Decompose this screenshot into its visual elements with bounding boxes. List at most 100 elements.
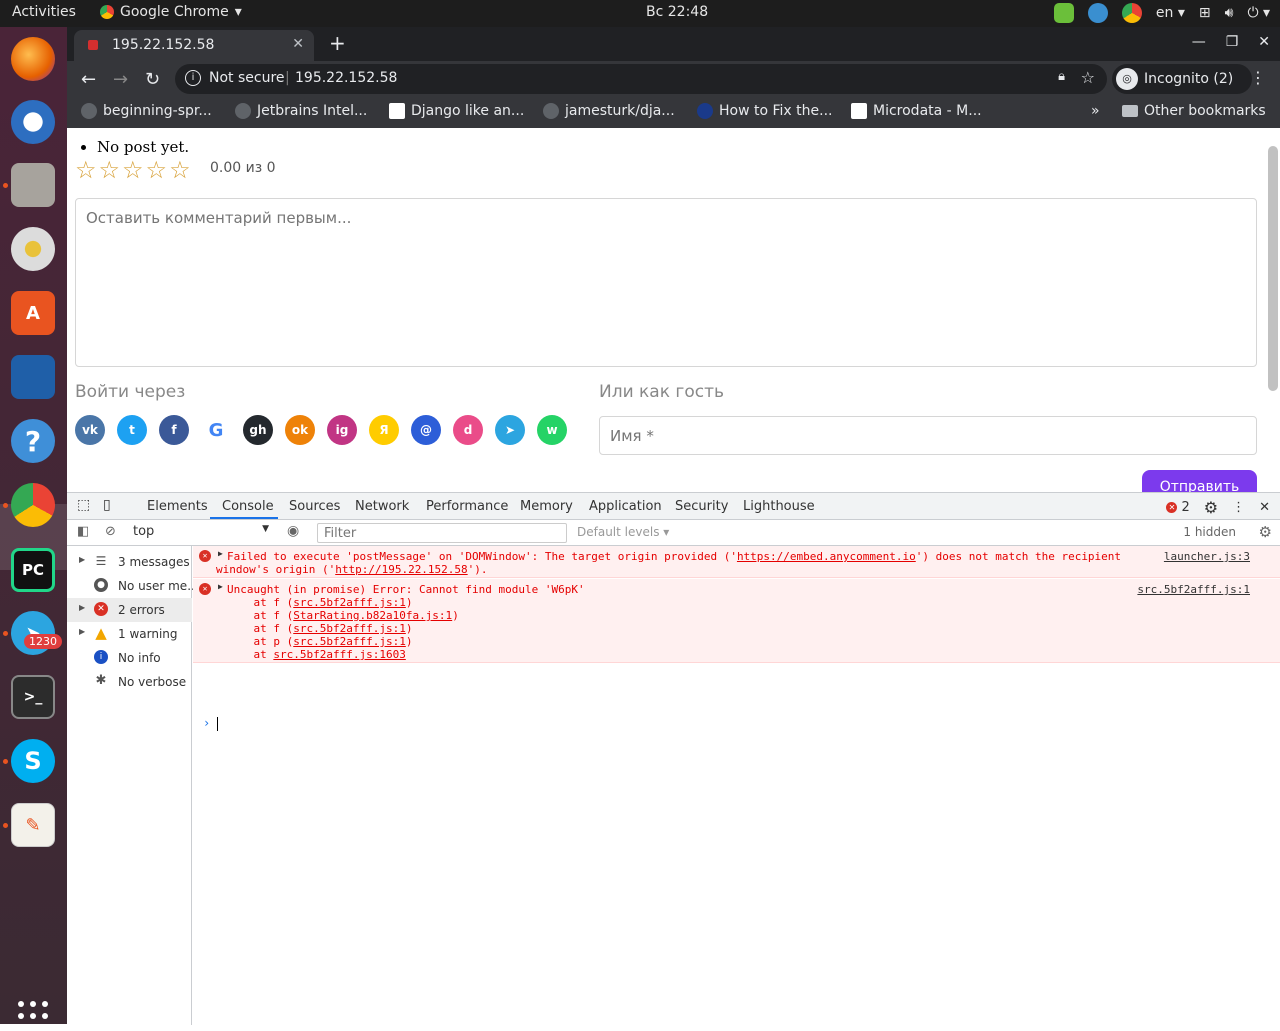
sidebar-item-errors[interactable]: ▶ ✕ 2 errors — [67, 598, 192, 622]
close-devtools-icon[interactable]: ✕ — [1259, 500, 1270, 515]
power-icon[interactable]: ⏻ ▾ — [1247, 5, 1270, 21]
skype-icon[interactable]: S — [11, 739, 55, 783]
chrome-dock-icon[interactable] — [11, 483, 55, 527]
star-icon[interactable]: ☆ — [122, 156, 144, 184]
telegram-icon[interactable]: ➤ — [495, 415, 525, 445]
sidebar-item-warnings[interactable]: ▶ ▲ 1 warning — [67, 622, 192, 646]
sidebar-toggle-icon[interactable]: ◧ — [77, 524, 89, 539]
tab-application[interactable]: Application — [589, 499, 662, 514]
log-levels-dropdown[interactable]: Default levels ▾ — [577, 525, 669, 539]
name-input[interactable] — [599, 416, 1257, 455]
star-rating[interactable]: ☆ ☆ ☆ ☆ ☆ — [75, 156, 191, 184]
tab-sources[interactable]: Sources — [289, 499, 340, 514]
back-icon[interactable]: ← — [81, 69, 96, 90]
stack-link[interactable]: src.5bf2afff.js:1 — [293, 635, 406, 648]
cookie-blocked-icon[interactable]: 🔒︎ — [1058, 69, 1065, 84]
bookmark-star-icon[interactable]: ☆ — [1081, 68, 1095, 87]
error-counter[interactable]: ✕ 2 — [1166, 500, 1190, 515]
github-icon[interactable]: gh — [243, 415, 273, 445]
software-center-icon[interactable]: A — [11, 291, 55, 335]
expand-arrow-icon[interactable]: ▶ — [79, 627, 85, 636]
tab-performance[interactable]: Performance — [426, 499, 508, 514]
network-icon[interactable]: ⊞ — [1199, 5, 1211, 21]
tab-lighthouse[interactable]: Lighthouse — [743, 499, 815, 514]
app-menu[interactable]: Google Chrome ▾ — [100, 4, 242, 20]
bookmark-item[interactable]: beginning-spr... — [81, 103, 212, 119]
new-tab-button[interactable]: + — [329, 31, 346, 55]
browser-tab[interactable]: 195.22.152.58 ✕ — [74, 30, 314, 61]
help-icon[interactable]: ? — [11, 419, 55, 463]
error-link[interactable]: https://embed.anycomment.io — [737, 550, 916, 563]
forward-icon[interactable]: → — [113, 69, 128, 90]
libreoffice-writer-icon[interactable] — [11, 355, 55, 399]
star-icon[interactable]: ☆ — [75, 156, 97, 184]
console-settings-icon[interactable]: ⚙ — [1259, 523, 1272, 541]
telegram-tray-icon[interactable] — [1087, 3, 1108, 23]
close-window-icon[interactable]: ✕ — [1258, 34, 1270, 50]
check-tray-icon[interactable] — [1053, 3, 1074, 23]
terminal-icon[interactable]: >_ — [11, 675, 55, 719]
stack-link[interactable]: src.5bf2afff.js:1 — [293, 622, 406, 635]
source-link[interactable]: src.5bf2afff.js:1 — [1137, 583, 1250, 596]
stack-link[interactable]: StarRating.b82a10fa.js:1 — [293, 609, 452, 622]
tab-security[interactable]: Security — [675, 499, 728, 514]
tab-memory[interactable]: Memory — [520, 499, 573, 514]
bookmark-item[interactable]: jamesturk/dja... — [543, 103, 675, 119]
info-icon[interactable]: i — [185, 70, 201, 86]
firefox-icon[interactable] — [11, 37, 55, 81]
browser-menu-icon[interactable]: ⋮ — [1250, 68, 1266, 87]
files-icon[interactable] — [11, 163, 55, 207]
page-scrollbar[interactable] — [1268, 146, 1278, 391]
clear-console-icon[interactable]: ⊘ — [105, 524, 116, 539]
source-link[interactable]: launcher.js:3 — [1164, 550, 1250, 563]
url-text[interactable]: 195.22.152.58 — [295, 70, 397, 86]
more-options-icon[interactable]: ⋮ — [1232, 500, 1245, 515]
device-toggle-icon[interactable]: ▯ — [103, 497, 111, 513]
clock[interactable]: Вс 22:48 — [646, 4, 708, 20]
settings-gear-icon[interactable]: ⚙ — [1204, 498, 1218, 517]
console-input[interactable] — [217, 717, 218, 731]
eye-icon[interactable]: ◉ — [287, 523, 299, 539]
pycharm-icon[interactable]: PC — [11, 548, 55, 592]
tab-network[interactable]: Network — [355, 499, 409, 514]
bookmarks-overflow[interactable]: » — [1091, 103, 1100, 119]
sidebar-item-user-messages[interactable]: ● No user me... — [67, 574, 199, 598]
sidebar-item-info[interactable]: i No info — [67, 646, 192, 670]
bookmark-item[interactable]: Jetbrains Intel... — [235, 103, 367, 119]
sidebar-item-messages[interactable]: ▶ ☰ 3 messages — [67, 550, 192, 574]
sidebar-item-verbose[interactable]: ✱ No verbose — [67, 670, 192, 694]
star-icon[interactable]: ☆ — [169, 156, 191, 184]
twitter-icon[interactable]: t — [117, 415, 147, 445]
address-bar[interactable]: i Not secure | 195.22.152.58 🔒︎ ☆ — [175, 64, 1107, 94]
star-icon[interactable]: ☆ — [146, 156, 168, 184]
comment-input[interactable] — [75, 198, 1257, 367]
security-status[interactable]: Not secure — [209, 70, 285, 86]
google-icon[interactable]: G — [201, 415, 231, 445]
send-button[interactable]: Отправить — [1142, 470, 1257, 492]
incognito-badge[interactable]: ◎ Incognito (2) — [1112, 64, 1252, 94]
bookmark-item[interactable]: How to Fix the... — [697, 103, 832, 119]
chrome-tray-icon[interactable] — [1121, 3, 1142, 23]
activities-button[interactable]: Activities — [12, 4, 76, 20]
whatsapp-icon[interactable]: w — [537, 415, 567, 445]
instagram-icon[interactable]: ig — [327, 415, 357, 445]
tab-elements[interactable]: Elements — [147, 499, 208, 514]
thunderbird-icon[interactable] — [11, 100, 55, 144]
maximize-icon[interactable]: ❐ — [1226, 34, 1239, 50]
dribbble-icon[interactable]: d — [453, 415, 483, 445]
tab-console[interactable]: Console — [222, 499, 274, 514]
stack-link[interactable]: src.5bf2afff.js:1 — [293, 596, 406, 609]
reload-icon[interactable]: ↻ — [145, 69, 160, 90]
inspect-icon[interactable]: ⬚ — [77, 497, 90, 513]
volume-icon[interactable]: 🔊︎ — [1225, 5, 1234, 21]
close-tab-icon[interactable]: ✕ — [292, 36, 304, 52]
bookmark-item[interactable]: Django like an... — [389, 103, 524, 119]
bookmark-item[interactable]: Microdata - M... — [851, 103, 982, 119]
minimize-icon[interactable]: — — [1192, 34, 1206, 50]
text-editor-icon[interactable]: ✎ — [11, 803, 55, 847]
odnoklassniki-icon[interactable]: ok — [285, 415, 315, 445]
other-bookmarks[interactable]: Other bookmarks — [1122, 103, 1266, 119]
rhythmbox-icon[interactable] — [11, 227, 55, 271]
expand-arrow-icon[interactable]: ▶ — [218, 582, 223, 591]
vk-icon[interactable]: vk — [75, 415, 105, 445]
